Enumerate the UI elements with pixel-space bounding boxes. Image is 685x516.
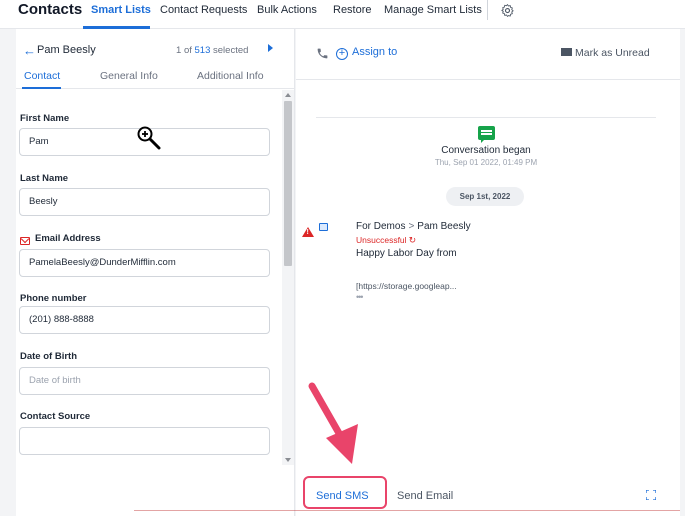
message-separator: > [408, 221, 415, 232]
pager-current: 1 [176, 45, 182, 56]
bottom-border [134, 510, 680, 511]
more-icon[interactable]: ••• [356, 292, 364, 302]
last-name-label: Last Name [20, 173, 69, 184]
annotation-arrow-icon [308, 382, 358, 464]
conversation-began-label: Conversation began [441, 145, 531, 156]
tab-send-email[interactable]: Send Email [397, 490, 453, 502]
email-icon [20, 237, 30, 245]
tab-general-info[interactable]: General Info [100, 70, 158, 82]
scrollbar-thumb[interactable] [284, 101, 292, 266]
tab-contact-requests[interactable]: Contact Requests [160, 4, 247, 16]
page-title: Contacts [18, 1, 83, 18]
message-from: For Demos [356, 221, 406, 232]
mark-unread-label: Mark as Unread [575, 47, 650, 59]
first-name-label: First Name [20, 113, 70, 124]
phone-label: Phone number [20, 293, 87, 304]
tab-restore[interactable]: Restore [333, 4, 372, 16]
status-badge: Unsuccessful [356, 235, 407, 245]
tab-additional-info[interactable]: Additional Info [197, 70, 264, 82]
contact-source-label: Contact Source [20, 411, 91, 422]
email-field[interactable]: PamelaBeesly@DunderMifflin.com [19, 249, 270, 277]
scroll-down-icon[interactable] [285, 458, 291, 462]
annotation-highlight [303, 476, 387, 509]
contact-pager: 1 of 513 selected [176, 45, 248, 56]
assign-to-button[interactable]: + Assign to [336, 46, 397, 60]
conversation-began-time: Thu, Sep 01 2022, 01:49 PM [434, 158, 538, 167]
nav-divider [487, 0, 488, 20]
pager-selected: selected [213, 45, 249, 56]
contact-source-field[interactable] [19, 427, 270, 455]
pager-of: of [183, 45, 192, 56]
tab-contact[interactable]: Contact [24, 70, 60, 82]
pager-total[interactable]: 513 [195, 45, 211, 56]
last-name-field[interactable]: Beesly [19, 188, 270, 216]
phone-icon[interactable] [316, 47, 329, 60]
zoom-cursor-icon [137, 126, 161, 150]
email-label: Email Address [35, 233, 101, 244]
tab-smart-lists[interactable]: Smart Lists [91, 4, 151, 16]
contact-detail-panel: ← Pam Beesly 1 of 513 selected Contact G… [16, 29, 295, 516]
contact-header: ← Pam Beesly 1 of 513 selected Contact G… [16, 29, 295, 89]
dob-label: Date of Birth [20, 351, 77, 362]
dob-field[interactable]: Date of birth [19, 367, 270, 395]
tab-bulk-actions[interactable]: Bulk Actions [257, 4, 317, 16]
mark-unread-button[interactable]: Mark as Unread [561, 47, 650, 59]
back-arrow-icon[interactable]: ← [23, 43, 36, 58]
active-subtab-underline [22, 87, 61, 89]
top-nav: Contacts Smart Lists Contact Requests Bu… [0, 0, 685, 29]
plus-circle-icon: + [336, 48, 348, 60]
tab-manage-smart-lists[interactable]: Manage Smart Lists [384, 4, 482, 16]
message-header: For Demos > Pam Beesly [356, 221, 471, 232]
message-subject: Happy Labor Day from [356, 248, 457, 259]
scroll-up-icon[interactable] [285, 93, 291, 97]
envelope-icon [561, 48, 572, 56]
conversation-divider [316, 117, 656, 118]
window-edge [680, 29, 685, 516]
next-contact-icon[interactable] [268, 44, 273, 52]
message-to: Pam Beesly [417, 221, 471, 232]
warning-icon [302, 227, 314, 237]
phone-field[interactable]: (201) 888-8888 [19, 306, 270, 334]
contact-name: Pam Beesly [37, 44, 96, 56]
conversation-toolbar: + Assign to Mark as Unread [296, 29, 680, 80]
retry-icon[interactable]: ↻ [409, 235, 417, 245]
message-body[interactable]: [https://storage.googleap... [356, 281, 457, 291]
expand-icon[interactable] [646, 490, 656, 500]
date-pill: Sep 1st, 2022 [446, 187, 524, 206]
assign-to-label: Assign to [352, 46, 398, 58]
message-status: Unsuccessful ↻ [356, 235, 416, 246]
chat-bubble-icon [478, 126, 495, 143]
gear-icon[interactable] [500, 3, 515, 18]
email-message-icon [319, 223, 328, 231]
